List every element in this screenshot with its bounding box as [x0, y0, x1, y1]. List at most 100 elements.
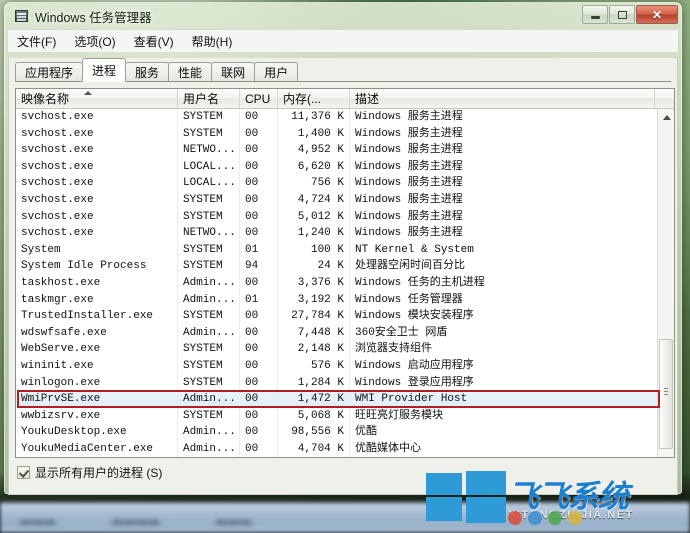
cell-cpu: 00 [240, 424, 278, 441]
menu-item-help[interactable]: 帮助(H) [192, 33, 233, 50]
scroll-up-arrow-icon [663, 115, 671, 120]
cell-user: SYSTEM [178, 341, 240, 358]
tab-users[interactable]: 用户 [254, 62, 298, 82]
sort-ascending-icon [84, 91, 92, 95]
table-row[interactable]: svchost.exeNETWO...004,952 KWindows 服务主进… [16, 142, 674, 159]
column-header-memory[interactable]: 内存(... [278, 89, 350, 108]
cell-user: Admin... [178, 457, 240, 458]
cell-desc: Windows 服务主进程 [350, 192, 655, 209]
cell-desc: 旺旺亮灯服务模块 [350, 408, 655, 425]
cell-mem: 4,724 K [278, 192, 350, 209]
table-row[interactable]: svchost.exeSYSTEM001,400 KWindows 服务主进程 [16, 126, 674, 143]
scroll-up-button[interactable] [658, 109, 675, 126]
cell-cpu: 00 [240, 175, 278, 192]
cell-mem: 27,784 K [278, 308, 350, 325]
table-row[interactable]: YoukuNplayer.exeAdmin...0074,332 KYoukuN… [16, 457, 674, 458]
cell-cpu: 00 [240, 408, 278, 425]
cell-mem: 98,556 K [278, 424, 350, 441]
task-manager-icon [15, 10, 28, 22]
cell-mem: 4,952 K [278, 142, 350, 159]
table-row[interactable]: taskhost.exeAdmin...003,376 KWindows 任务的… [16, 275, 674, 292]
taskbar-item[interactable]: ▬▬▬▬ [112, 515, 160, 527]
cell-name: svchost.exe [16, 109, 178, 126]
table-row[interactable]: wwbizsrv.exeSYSTEM005,068 K旺旺亮灯服务模块 [16, 408, 674, 425]
cell-name: svchost.exe [16, 142, 178, 159]
cell-name: wdswfsafe.exe [16, 325, 178, 342]
cell-user: Admin... [178, 391, 240, 408]
table-row[interactable]: svchost.exeSYSTEM005,012 KWindows 服务主进程 [16, 209, 674, 226]
table-row[interactable]: svchost.exeSYSTEM004,724 KWindows 服务主进程 [16, 192, 674, 209]
scrollbar-thumb[interactable] [659, 339, 673, 449]
column-header-description[interactable]: 描述 [350, 89, 655, 108]
menu-item-file[interactable]: 文件(F) [17, 33, 56, 50]
cell-cpu: 00 [240, 109, 278, 126]
cell-mem: 74,332 K [278, 457, 350, 458]
tab-processes[interactable]: 进程 [82, 58, 126, 82]
cell-desc: Windows 服务主进程 [350, 225, 655, 242]
close-button[interactable]: ✕ [636, 5, 678, 24]
table-row[interactable]: svchost.exeNETWO...001,240 KWindows 服务主进… [16, 225, 674, 242]
cell-name: System [16, 242, 178, 259]
table-row[interactable]: svchost.exeLOCAL...006,620 KWindows 服务主进… [16, 159, 674, 176]
title-bar[interactable]: Windows 任务管理器 ✕ [5, 3, 681, 29]
menu-item-options[interactable]: 选项(O) [74, 33, 115, 50]
maximize-button[interactable] [609, 5, 635, 24]
cell-desc: Windows 服务主进程 [350, 209, 655, 226]
table-row[interactable]: winlogon.exeSYSTEM001,284 KWindows 登录应用程… [16, 375, 674, 392]
task-manager-window: Windows 任务管理器 ✕ 文件(F) 选项(O) 查看(V) 帮助(H) … [4, 2, 682, 494]
menu-item-view[interactable]: 查看(V) [134, 33, 174, 50]
table-row[interactable]: YoukuMediaCenter.exeAdmin...004,704 K优酷媒… [16, 441, 674, 458]
cell-user: SYSTEM [178, 258, 240, 275]
minimize-button[interactable] [582, 5, 608, 24]
process-rows[interactable]: svchost.exeSYSTEM0011,376 KWindows 服务主进程… [16, 109, 674, 458]
table-row[interactable]: WebServe.exeSYSTEM002,148 K浏览器支持组件 [16, 341, 674, 358]
column-header-cpu[interactable]: CPU [240, 89, 278, 108]
cell-desc: YoukuNPlayer - The Video Player [350, 457, 655, 458]
cell-cpu: 00 [240, 159, 278, 176]
cell-user: Admin... [178, 275, 240, 292]
table-row[interactable]: TrustedInstaller.exeSYSTEM0027,784 KWind… [16, 308, 674, 325]
cell-name: wwbizsrv.exe [16, 408, 178, 425]
taskbar-item[interactable]: ▬▬▬ [20, 515, 56, 527]
tab-services[interactable]: 服务 [125, 62, 169, 82]
table-row[interactable]: wininit.exeSYSTEM00576 KWindows 启动应用程序 [16, 358, 674, 375]
cell-cpu: 00 [240, 275, 278, 292]
column-header-image-name[interactable]: 映像名称 [16, 89, 178, 108]
cell-cpu: 00 [240, 391, 278, 408]
cell-name: TrustedInstaller.exe [16, 308, 178, 325]
cell-cpu: 00 [240, 126, 278, 143]
cell-desc: Windows 登录应用程序 [350, 375, 655, 392]
table-row[interactable]: svchost.exeSYSTEM0011,376 KWindows 服务主进程 [16, 109, 674, 126]
column-header-user-name[interactable]: 用户名 [178, 89, 240, 108]
table-row[interactable]: WmiPrvSE.exeAdmin...001,472 KWMI Provide… [16, 391, 674, 408]
vertical-scrollbar[interactable] [657, 109, 674, 457]
tab-performance[interactable]: 性能 [168, 62, 212, 82]
cell-user: Admin... [178, 325, 240, 342]
show-all-users-label: 显示所有用户的进程 (S) [35, 464, 162, 481]
table-row[interactable]: taskmgr.exeAdmin...013,192 KWindows 任务管理… [16, 292, 674, 309]
menu-bar: 文件(F) 选项(O) 查看(V) 帮助(H) [8, 29, 678, 52]
cell-desc: 浏览器支持组件 [350, 341, 655, 358]
minimize-icon [591, 16, 600, 19]
table-row[interactable]: YoukuDesktop.exeAdmin...0098,556 K优酷 [16, 424, 674, 441]
table-row[interactable]: SystemSYSTEM01100 KNT Kernel & System [16, 242, 674, 259]
cell-name: System Idle Process [16, 258, 178, 275]
cell-desc: 处理器空闲时间百分比 [350, 258, 655, 275]
cell-desc: NT Kernel & System [350, 242, 655, 259]
maximize-icon [618, 11, 627, 19]
tab-applications[interactable]: 应用程序 [15, 62, 83, 82]
cell-desc: Windows 服务主进程 [350, 142, 655, 159]
cell-mem: 1,240 K [278, 225, 350, 242]
table-row[interactable]: svchost.exeLOCAL...00756 KWindows 服务主进程 [16, 175, 674, 192]
table-row[interactable]: wdswfsafe.exeAdmin...007,448 K360安全卫士 网盾 [16, 325, 674, 342]
cell-mem: 4,704 K [278, 441, 350, 458]
cell-mem: 7,448 K [278, 325, 350, 342]
cell-mem: 24 K [278, 258, 350, 275]
cell-desc: Windows 模块安装程序 [350, 308, 655, 325]
show-all-users-checkbox[interactable] [17, 466, 30, 479]
taskbar-item[interactable]: ▬▬▬ [216, 515, 252, 527]
tab-networking[interactable]: 联网 [211, 62, 255, 82]
taskbar-items: ▬▬▬ ▬▬▬▬ ▬▬▬ [20, 515, 252, 527]
show-all-users-row[interactable]: 显示所有用户的进程 (S) [17, 464, 162, 481]
table-row[interactable]: System Idle ProcessSYSTEM9424 K处理器空闲时间百分… [16, 258, 674, 275]
